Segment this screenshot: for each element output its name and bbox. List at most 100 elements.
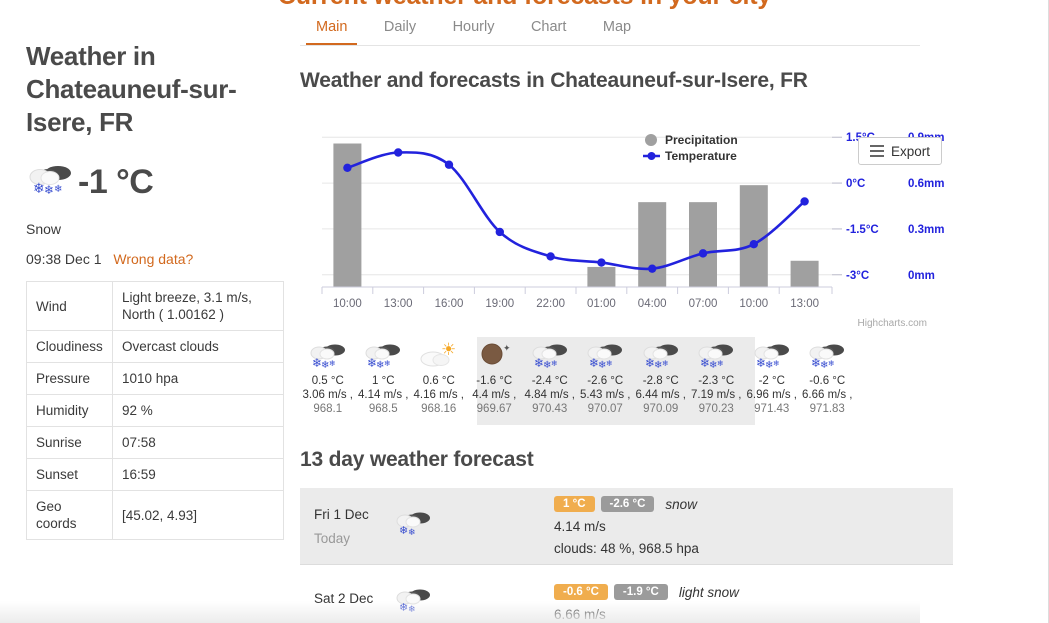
temp-badges: -0.6 °C -1.9 °C light snow bbox=[554, 584, 939, 600]
table-row: Wind Light breeze, 3.1 m/s, North ( 1.00… bbox=[26, 281, 284, 331]
hourly-pressure: 970.07 bbox=[587, 403, 623, 415]
svg-text:❄: ❄ bbox=[54, 184, 62, 195]
temp-axis-tick-label: -3°C bbox=[846, 270, 869, 282]
hourly-temp: 0.6 °C bbox=[422, 375, 455, 387]
hourly-pressure: 970.09 bbox=[643, 403, 679, 415]
hourly-cell[interactable]: ❄ ❄ ❄ -2.3 °C 7.19 m/s , 970.23 bbox=[689, 337, 745, 415]
export-button[interactable]: Export bbox=[858, 137, 942, 165]
observation-time: 09:38 Dec 1 bbox=[26, 251, 102, 267]
hourly-cell[interactable]: ❄ ❄ ❄ -2 °C 6.96 m/s , 971.43 bbox=[744, 337, 800, 415]
hourly-cell[interactable]: ❄ ❄ ❄ 0.5 °C 3.06 m/s , 968.1 bbox=[300, 337, 356, 415]
hourly-pressure: 970.23 bbox=[698, 403, 734, 415]
hourly-cell[interactable]: ✦ -1.6 °C 4.4 m/s , 969.67 bbox=[467, 337, 523, 415]
day-condition: snow bbox=[665, 496, 697, 512]
snow-cloud-icon: ❄ ❄ ❄ bbox=[300, 337, 356, 373]
hourly-cell[interactable]: ❄ ❄ ❄ -2.8 °C 6.44 m/s , 970.09 bbox=[633, 337, 689, 415]
svg-text:❄: ❄ bbox=[384, 359, 391, 368]
bottom-fade bbox=[0, 601, 920, 623]
property-value: 92 % bbox=[112, 394, 284, 427]
snow-cloud-icon: ❄ ❄ ❄ bbox=[689, 337, 745, 373]
moon-icon: ✦ bbox=[467, 337, 523, 373]
hourly-pressure: 968.1 bbox=[313, 403, 343, 415]
tab-main[interactable]: Main bbox=[300, 19, 363, 45]
svg-text:❄: ❄ bbox=[551, 359, 558, 368]
tab-hourly[interactable]: Hourly bbox=[437, 19, 511, 44]
hourly-cell[interactable]: ❄ ❄ ❄ 1 °C 4.14 m/s , 968.5 bbox=[356, 337, 412, 415]
hourly-wind: 3.06 m/s , bbox=[302, 389, 354, 401]
list-item[interactable]: Fri 1 Dec Today ❄ ❄ 1 °C -2.6 °C snow 4.… bbox=[300, 488, 953, 565]
tab-chart[interactable]: Chart bbox=[515, 19, 582, 44]
hourly-pressure: 970.43 bbox=[532, 403, 568, 415]
hourly-temp: -2.3 °C bbox=[698, 375, 735, 387]
x-axis-tick-label: 19:00 bbox=[485, 298, 514, 310]
day-left: Fri 1 Dec Today ❄ ❄ bbox=[314, 507, 554, 546]
hourly-wind: 4.4 m/s , bbox=[472, 389, 517, 401]
temperature-point bbox=[749, 240, 758, 249]
hourly-wind: 7.19 m/s , bbox=[691, 389, 742, 401]
property-value: Light breeze, 3.1 m/s, North ( 1.00162 ) bbox=[112, 281, 284, 331]
wrong-data-link[interactable]: Wrong data? bbox=[113, 251, 193, 267]
hourly-wind: 4.14 m/s , bbox=[358, 389, 409, 401]
status-badge: -2.6 °C bbox=[600, 496, 655, 512]
temperature-point bbox=[648, 264, 657, 273]
tab-daily[interactable]: Daily bbox=[368, 19, 432, 44]
property-key: Cloudiness bbox=[26, 330, 113, 363]
legend-precip-marker bbox=[645, 134, 657, 146]
chart-credit[interactable]: Highcharts.com bbox=[858, 318, 927, 329]
hourly-temp: -1.6 °C bbox=[476, 375, 513, 387]
status-badge: -1.9 °C bbox=[613, 584, 668, 600]
precipitation-bar bbox=[587, 266, 616, 287]
temperature-point bbox=[495, 227, 504, 237]
precipitation-bar bbox=[638, 202, 667, 287]
svg-text:❄: ❄ bbox=[662, 359, 669, 368]
chart-svg: 10:00 13:00 16:00 19:00 22:00 01:00 04:00 07:00… bbox=[321, 132, 944, 310]
temperature-point bbox=[597, 258, 606, 267]
property-key: Sunset bbox=[26, 458, 113, 491]
snow-cloud-icon: ❄ ❄ ❄ bbox=[522, 337, 578, 373]
table-row: Sunset 16:59 bbox=[26, 458, 284, 491]
observation-time-row: 09:38 Dec 1 Wrong data? bbox=[26, 251, 284, 267]
legend-temp-label: Temperature bbox=[665, 149, 737, 163]
precipitation-bar bbox=[689, 202, 717, 287]
day-wind: 4.14 m/s bbox=[554, 519, 606, 534]
hourly-pressure: 968.5 bbox=[368, 403, 398, 415]
svg-text:❄: ❄ bbox=[44, 183, 54, 197]
snow-cloud-icon: ❄ ❄ ❄ bbox=[744, 337, 800, 373]
hourly-pressure: 971.43 bbox=[754, 403, 790, 415]
export-button-label: Export bbox=[890, 143, 931, 159]
hourly-cell[interactable]: ❄ ❄ ❄ -2.6 °C 5.43 m/s , 970.07 bbox=[578, 337, 634, 415]
tabs-divider bbox=[300, 45, 920, 46]
hourly-cell[interactable]: ❄ ❄ ❄ -2.4 °C 4.84 m/s , 970.43 bbox=[522, 337, 578, 415]
precipitation-bars bbox=[333, 143, 819, 287]
tab-map[interactable]: Map bbox=[587, 19, 647, 44]
property-key: Humidity bbox=[26, 394, 113, 427]
snow-cloud-icon: ❄ ❄ ❄ bbox=[356, 337, 412, 373]
hourly-cell[interactable]: ☀ 0.6 °C 4.16 m/s , 968.16 bbox=[411, 337, 467, 415]
x-axis-tick-label: 13:00 bbox=[790, 298, 819, 310]
x-axis-tick-label: 10:00 bbox=[333, 298, 362, 310]
precipitation-bar bbox=[790, 260, 819, 287]
geo-coords-link[interactable]: [45.02, 4.93] bbox=[112, 490, 284, 540]
temperature-points bbox=[343, 148, 809, 273]
current-temperature: -1 °C bbox=[78, 162, 154, 201]
hourly-temp: -2 °C bbox=[758, 375, 785, 387]
property-key: Pressure bbox=[26, 362, 113, 395]
property-value: 1010 hpa bbox=[112, 362, 284, 395]
precip-axis-tick-label: 0.6mm bbox=[908, 178, 944, 190]
page-title: Weather and forecasts in Chateauneuf-sur… bbox=[300, 69, 808, 92]
temp-axis-tick-label: -1.5°C bbox=[846, 224, 879, 236]
table-row: Sunrise 07:58 bbox=[26, 426, 284, 459]
temp-badges: 1 °C -2.6 °C snow bbox=[554, 496, 939, 512]
hourly-wind: 6.66 m/s , bbox=[802, 389, 853, 401]
x-axis-tick-label: 13:00 bbox=[384, 298, 413, 310]
svg-text:❄: ❄ bbox=[606, 359, 613, 368]
hourly-cell[interactable]: ❄ ❄ ❄ -0.6 °C 6.66 m/s , 971.83 bbox=[800, 337, 856, 415]
legend-precip-label: Precipitation bbox=[665, 133, 738, 147]
svg-text:❄: ❄ bbox=[33, 181, 45, 197]
hourly-wind: 4.16 m/s , bbox=[413, 389, 465, 401]
x-axis-tick-label: 16:00 bbox=[435, 298, 464, 310]
hourly-pressure: 969.67 bbox=[476, 403, 512, 415]
weather-page: Current weather and forecasts in your ci… bbox=[0, 0, 1049, 623]
snow-cloud-icon: ❄ ❄ ❄ bbox=[800, 337, 856, 373]
table-row: Humidity 92 % bbox=[26, 394, 284, 427]
